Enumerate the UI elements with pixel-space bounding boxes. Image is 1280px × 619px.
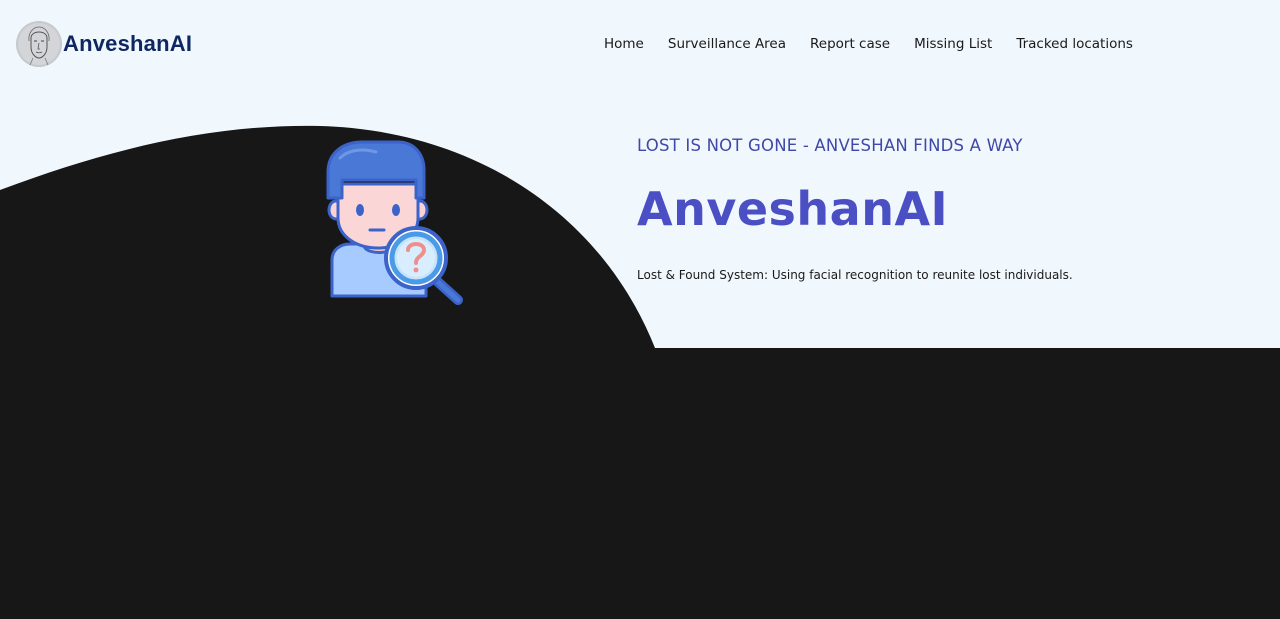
- hero-title: AnveshanAI: [637, 182, 949, 236]
- nav-item-home[interactable]: Home: [604, 36, 644, 52]
- missing-person-search-icon: [318, 136, 474, 308]
- navbar: AnveshanAI Home Surveillance Area Report…: [0, 0, 1280, 88]
- brand-link[interactable]: AnveshanAI: [16, 20, 192, 68]
- brand-name: AnveshanAI: [63, 31, 193, 56]
- face-sketch-icon: [16, 21, 62, 67]
- hero-content: LOST IS NOT GONE - ANVESHAN FINDS A WAY …: [637, 134, 1237, 284]
- nav-item-report-case[interactable]: Report case: [810, 36, 890, 52]
- nav-item-surveillance-area[interactable]: Surveillance Area: [668, 36, 786, 52]
- dark-wave-background: [0, 125, 1280, 619]
- nav-item-missing-list[interactable]: Missing List: [914, 36, 992, 52]
- page: AnveshanAI Home Surveillance Area Report…: [0, 0, 1280, 619]
- nav-item-tracked-locations[interactable]: Tracked locations: [1016, 36, 1133, 52]
- hero-description: Lost & Found System: Using facial recogn…: [637, 268, 1073, 282]
- hero-tagline: LOST IS NOT GONE - ANVESHAN FINDS A WAY: [637, 136, 1023, 155]
- nav-menu: Home Surveillance Area Report case Missi…: [604, 34, 1133, 54]
